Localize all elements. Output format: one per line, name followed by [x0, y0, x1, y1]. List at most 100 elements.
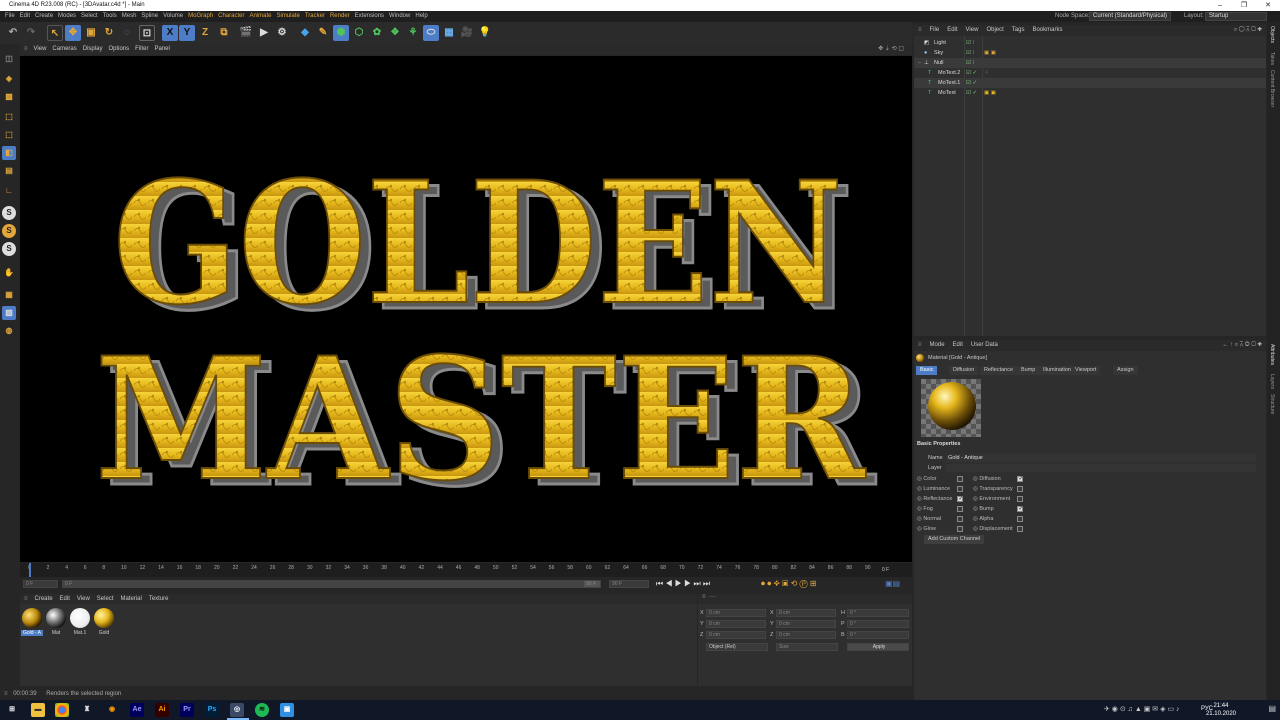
viewport-menu-cameras[interactable]: Cameras: [52, 44, 76, 55]
cube-icon[interactable]: ◆: [297, 25, 313, 41]
channel-checkbox[interactable]: ✓: [1017, 475, 1023, 482]
channel-checkbox[interactable]: [1017, 525, 1024, 532]
texture-mode-icon[interactable]: ▩: [2, 90, 16, 104]
floor-icon[interactable]: ▦: [441, 25, 457, 41]
clock[interactable]: 21:44 21.10.2020: [1206, 702, 1236, 718]
viewport-menu-filter[interactable]: Filter: [135, 44, 148, 55]
coordinate-mode-select[interactable]: Object (Rel): [706, 643, 768, 651]
channel-row[interactable]: ◎ Reflectance ✓: [917, 495, 963, 503]
viewport-nav-icons[interactable]: ✥ ⇣ ⟲ ▢: [878, 44, 904, 55]
spotify-icon[interactable]: ≋: [255, 703, 269, 717]
deformer-icon[interactable]: ⬭: [423, 25, 439, 41]
photoshop-icon[interactable]: Ps: [205, 703, 219, 717]
size-x-field[interactable]: 0 cm: [776, 609, 836, 617]
camera-icon[interactable]: 🎥: [459, 25, 475, 41]
lock-icon[interactable]: ◍: [2, 324, 16, 338]
tab-assign[interactable]: Assign: [1113, 366, 1138, 375]
x-axis-icon[interactable]: X: [162, 25, 178, 41]
rot-b-field[interactable]: 0 °: [847, 631, 909, 639]
expand-icon[interactable]: −: [918, 58, 921, 68]
object-search-icons[interactable]: ⌕ ◯ ⊼ ▢ ✚: [1234, 25, 1262, 36]
material-menu-edit[interactable]: Edit: [60, 594, 70, 604]
channel-row[interactable]: ◎ Transparency: [973, 485, 1024, 493]
object-row[interactable]: T MoText ☑ ✓ ▣ ▣: [914, 88, 1266, 98]
channel-checkbox[interactable]: [957, 505, 964, 512]
tray-icons[interactable]: ✈ ◉ ⊙ ♫ ▲ ▣ ✉ ◈ ▭ ♪: [1104, 705, 1180, 713]
material-menu-texture[interactable]: Texture: [149, 594, 169, 604]
tab-viewport[interactable]: Viewport: [1071, 366, 1101, 375]
render-region-icon[interactable]: 🎬: [238, 25, 254, 41]
snap-settings-icon[interactable]: S: [2, 224, 16, 238]
viewport-menu-view[interactable]: View: [34, 44, 47, 55]
app-icon[interactable]: ♜: [80, 703, 94, 717]
field-icon[interactable]: ⚘: [405, 25, 421, 41]
light-icon[interactable]: 💡: [477, 25, 493, 41]
bake-object-icon[interactable]: ⊡: [139, 25, 155, 41]
material-tag-icon[interactable]: ▣ ▣: [984, 48, 996, 58]
layer-field[interactable]: [946, 464, 1256, 472]
channel-checkbox[interactable]: ✓: [1017, 505, 1023, 512]
redo-icon[interactable]: ↷: [23, 25, 39, 41]
y-axis-icon[interactable]: Y: [179, 25, 195, 41]
sculpt-icon[interactable]: ✋: [2, 266, 16, 280]
visibility-toggle-icon[interactable]: ☑ ⁞: [966, 38, 974, 48]
menu-spline[interactable]: Spline: [141, 11, 158, 22]
snap-icon[interactable]: S: [2, 206, 16, 220]
menu-edit[interactable]: Edit: [20, 11, 30, 22]
channel-checkbox[interactable]: [1017, 515, 1024, 522]
axis-mode-icon[interactable]: ∟: [2, 184, 16, 198]
visibility-toggle-icon[interactable]: ☑ ✓: [966, 88, 977, 98]
rot-p-field[interactable]: 0 °: [847, 620, 909, 628]
viewport-menu-panel[interactable]: Panel: [154, 44, 169, 55]
coordinate-system-icon[interactable]: ⧉: [216, 25, 232, 41]
maximize-button[interactable]: ❐: [1232, 0, 1256, 11]
pos-y-field[interactable]: 0 cm: [706, 620, 766, 628]
scale-icon[interactable]: ▣: [83, 25, 99, 41]
timeline-ruler[interactable]: 0246810121416182022242628303234363840424…: [20, 563, 912, 577]
side-tab-structure[interactable]: Structure: [1269, 394, 1275, 414]
render-settings-icon[interactable]: ⚙: [274, 25, 290, 41]
object-menu-object[interactable]: Object: [986, 25, 1003, 36]
side-tab-layers[interactable]: Layers: [1269, 374, 1275, 389]
after-effects-icon[interactable]: Ae: [130, 703, 144, 717]
material-menu-view[interactable]: View: [77, 594, 90, 604]
object-row[interactable]: ● Sky ☑ ⁞ ▣ ▣: [914, 48, 1266, 58]
visibility-toggle-icon[interactable]: ☑ ✓: [966, 68, 977, 78]
material-swatch[interactable]: Mat.1: [69, 608, 91, 636]
object-menu-view[interactable]: View: [966, 25, 979, 36]
channel-row[interactable]: ◎ Bump ✓: [973, 505, 1023, 513]
name-field[interactable]: Gold - Antique: [946, 454, 1256, 462]
notifications-icon[interactable]: ▤: [1268, 704, 1276, 713]
playhead[interactable]: [29, 563, 31, 577]
explorer-icon[interactable]: ▬: [31, 703, 45, 717]
quantize-icon[interactable]: S: [2, 242, 16, 256]
tab-reflectance[interactable]: Reflectance: [980, 366, 1018, 375]
object-menu-tags[interactable]: Tags: [1012, 25, 1025, 36]
channel-checkbox[interactable]: [957, 525, 964, 532]
preview-range-bar[interactable]: 0 F: [62, 580, 592, 588]
rot-h-field[interactable]: 0 °: [847, 609, 909, 617]
object-menu-file[interactable]: File: [930, 25, 940, 36]
polygons-mode-icon[interactable]: ◧: [2, 146, 16, 160]
channel-row[interactable]: ◎ Displacement: [973, 525, 1024, 533]
node-space-select[interactable]: Current (Standard/Physical): [1089, 12, 1171, 21]
viewport-menu-options[interactable]: Options: [108, 44, 129, 55]
cloner-icon[interactable]: ✿: [369, 25, 385, 41]
minimize-button[interactable]: –: [1208, 0, 1232, 11]
object-row[interactable]: ◩ Light ☑ ⁞: [914, 38, 1266, 48]
material-tag-icon[interactable]: ▣ ▣: [984, 88, 996, 98]
tab-diffusion[interactable]: Diffusion: [949, 366, 979, 375]
menu-select[interactable]: Select: [81, 11, 98, 22]
side-tab-content-browser[interactable]: Content Browser: [1269, 70, 1275, 107]
current-frame-field[interactable]: 0 F: [23, 580, 58, 588]
channel-checkbox[interactable]: ✓: [957, 495, 963, 502]
extrude-icon[interactable]: ⬡: [351, 25, 367, 41]
object-menu-edit[interactable]: Edit: [947, 25, 957, 36]
channel-row[interactable]: ◎ Luminance: [917, 485, 964, 493]
menu-window[interactable]: Window: [389, 11, 410, 22]
points-mode-icon[interactable]: ⬚: [2, 110, 16, 124]
menu-volume[interactable]: Volume: [163, 11, 183, 22]
pos-x-field[interactable]: 0 cm: [706, 609, 766, 617]
rotate-icon[interactable]: ↻: [101, 25, 117, 41]
close-button[interactable]: ✕: [1256, 0, 1280, 11]
